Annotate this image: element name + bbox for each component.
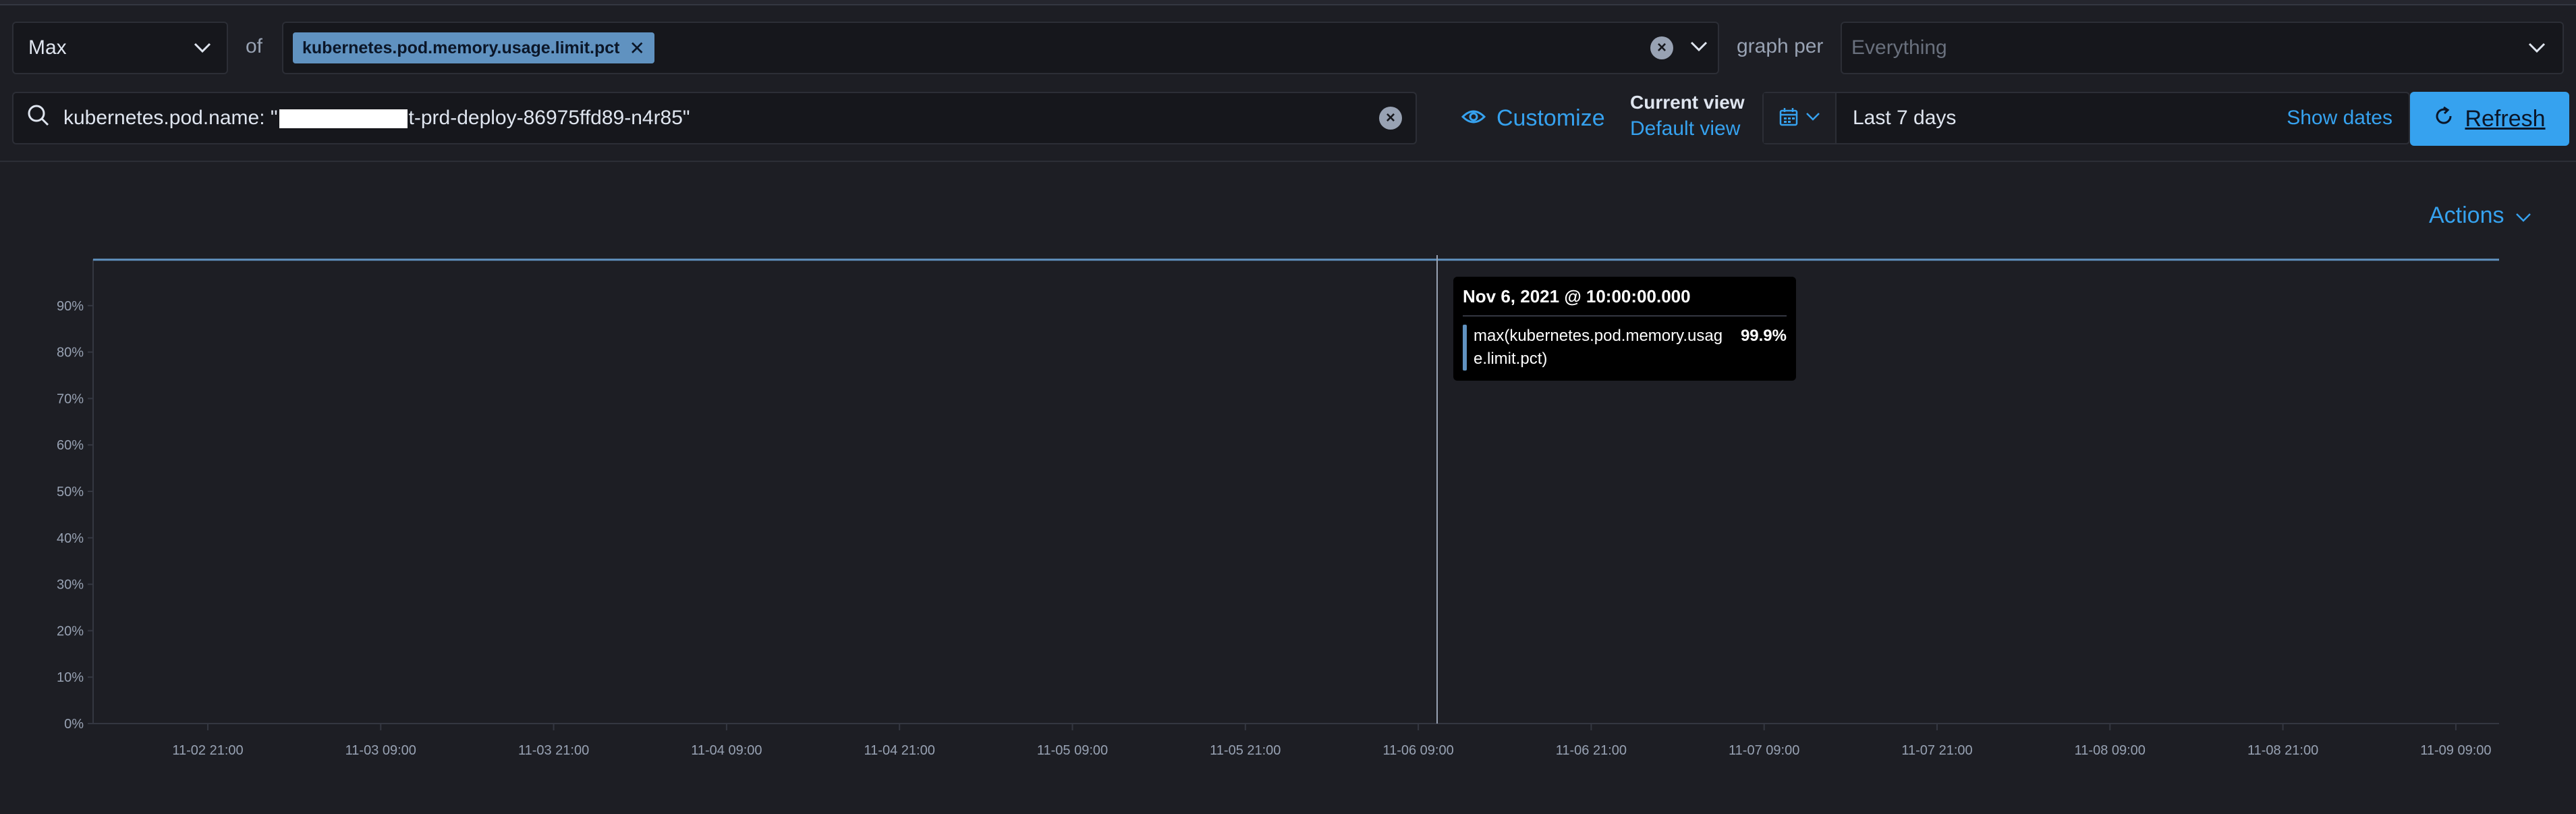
customize-button[interactable]: Customize [1461,101,1605,135]
graph-per-label: graph per [1737,35,1824,57]
x-tick-label: 11-02 21:00 [172,743,243,758]
x-tick-label: 11-07 21:00 [1901,743,1972,758]
x-tick-label: 11-08 21:00 [2247,743,2318,758]
refresh-button[interactable]: Refresh [2410,92,2569,146]
x-tick-label: 11-05 09:00 [1037,743,1108,758]
clear-search-icon[interactable]: × [1379,107,1402,130]
search-query-prefix: kubernetes.pod.name: " [63,107,278,129]
refresh-label: Refresh [2465,105,2546,132]
show-dates-link[interactable]: Show dates [2287,107,2392,130]
x-tick-label: 11-07 09:00 [1729,743,1799,758]
aggregation-value: Max [28,36,67,59]
y-tick-label: 70% [57,391,84,406]
search-query: kubernetes.pod.name: " t-prd-deploy-86975… [63,107,690,130]
chart-tooltip: Nov 6, 2021 @ 10:00:00.000 max(kubernete… [1453,277,1796,381]
top-border [0,0,2576,5]
chevron-down-icon[interactable] [1689,40,1708,56]
x-tick-label: 11-08 09:00 [2075,743,2146,758]
y-tick-label: 10% [57,670,84,685]
x-tick-label: 11-05 21:00 [1210,743,1281,758]
metric-pill-label: kubernetes.pod.memory.usage.limit.pct [302,38,620,57]
y-tick-label: 60% [57,438,84,453]
current-view: Current view Default view [1630,92,1745,140]
chevron-down-icon [2515,202,2531,229]
quick-menu-button[interactable] [1764,93,1837,143]
search-input[interactable]: kubernetes.pod.name: " t-prd-deploy-86975… [12,92,1417,144]
series-color-swatch [1463,325,1467,371]
tooltip-series-value: 99.9% [1740,327,1787,345]
search-icon [27,104,50,132]
y-tick-label: 80% [57,346,84,360]
refresh-icon [2434,106,2454,132]
default-view-link[interactable]: Default view [1630,117,1745,140]
y-tick-label: 90% [57,299,84,314]
metric-chart[interactable]: 0% 10% 20% 30% 40% 50% 60% 70% 80% 90% 11-02 21:00… [0,243,2576,783]
date-range-label[interactable]: Last 7 days [1837,107,1956,130]
divider [0,161,2576,162]
of-label: of [246,35,263,57]
x-tick-label: 11-06 09:00 [1382,743,1453,758]
metric-pill: kubernetes.pod.memory.usage.limit.pct ✕ [293,32,654,63]
date-picker[interactable]: Last 7 days Show dates [1762,92,2410,144]
y-tick-label: 30% [57,578,84,593]
redacted-block [279,109,408,129]
metric-combobox[interactable]: kubernetes.pod.memory.usage.limit.pct ✕ … [282,22,1719,74]
actions-label: Actions [2429,202,2504,228]
clear-metric-icon[interactable]: × [1650,36,1673,59]
eye-icon [1461,105,1486,132]
aggregation-select[interactable]: Max [12,22,228,74]
graph-per-placeholder: Everything [1851,36,1947,59]
x-tick-label: 11-03 09:00 [345,743,416,758]
tooltip-series-name: max(kubernetes.pod.memory.usage.limit.pc… [1474,327,1723,368]
x-tick-label: 11-09 09:00 [2420,743,2491,758]
y-tick-label: 20% [57,624,84,639]
y-tick-label: 40% [57,531,84,546]
x-tick-label: 11-06 21:00 [1556,743,1627,758]
y-tick-label: 50% [57,485,84,499]
x-tick-label: 11-04 09:00 [691,743,762,758]
calendar-icon [1779,107,1799,130]
tooltip-timestamp: Nov 6, 2021 @ 10:00:00.000 [1463,286,1787,317]
chevron-down-icon [1805,112,1820,125]
search-query-suffix: t-prd-deploy-86975ffd89-n4r85" [408,107,690,129]
actions-menu-button[interactable]: Actions [2429,202,2531,229]
x-tick-label: 11-04 21:00 [864,743,935,758]
graph-per-combobox[interactable]: Everything [1841,22,2564,74]
remove-metric-icon[interactable]: ✕ [629,37,644,59]
current-view-title: Current view [1630,92,1745,113]
x-tick-label: 11-03 21:00 [518,743,589,758]
chevron-down-icon [193,36,212,59]
y-tick-label: 0% [64,717,84,732]
customize-label: Customize [1496,105,1605,131]
tooltip-row: max(kubernetes.pod.memory.usage.limit.pc… [1463,325,1787,371]
chevron-down-icon[interactable] [2527,36,2546,59]
